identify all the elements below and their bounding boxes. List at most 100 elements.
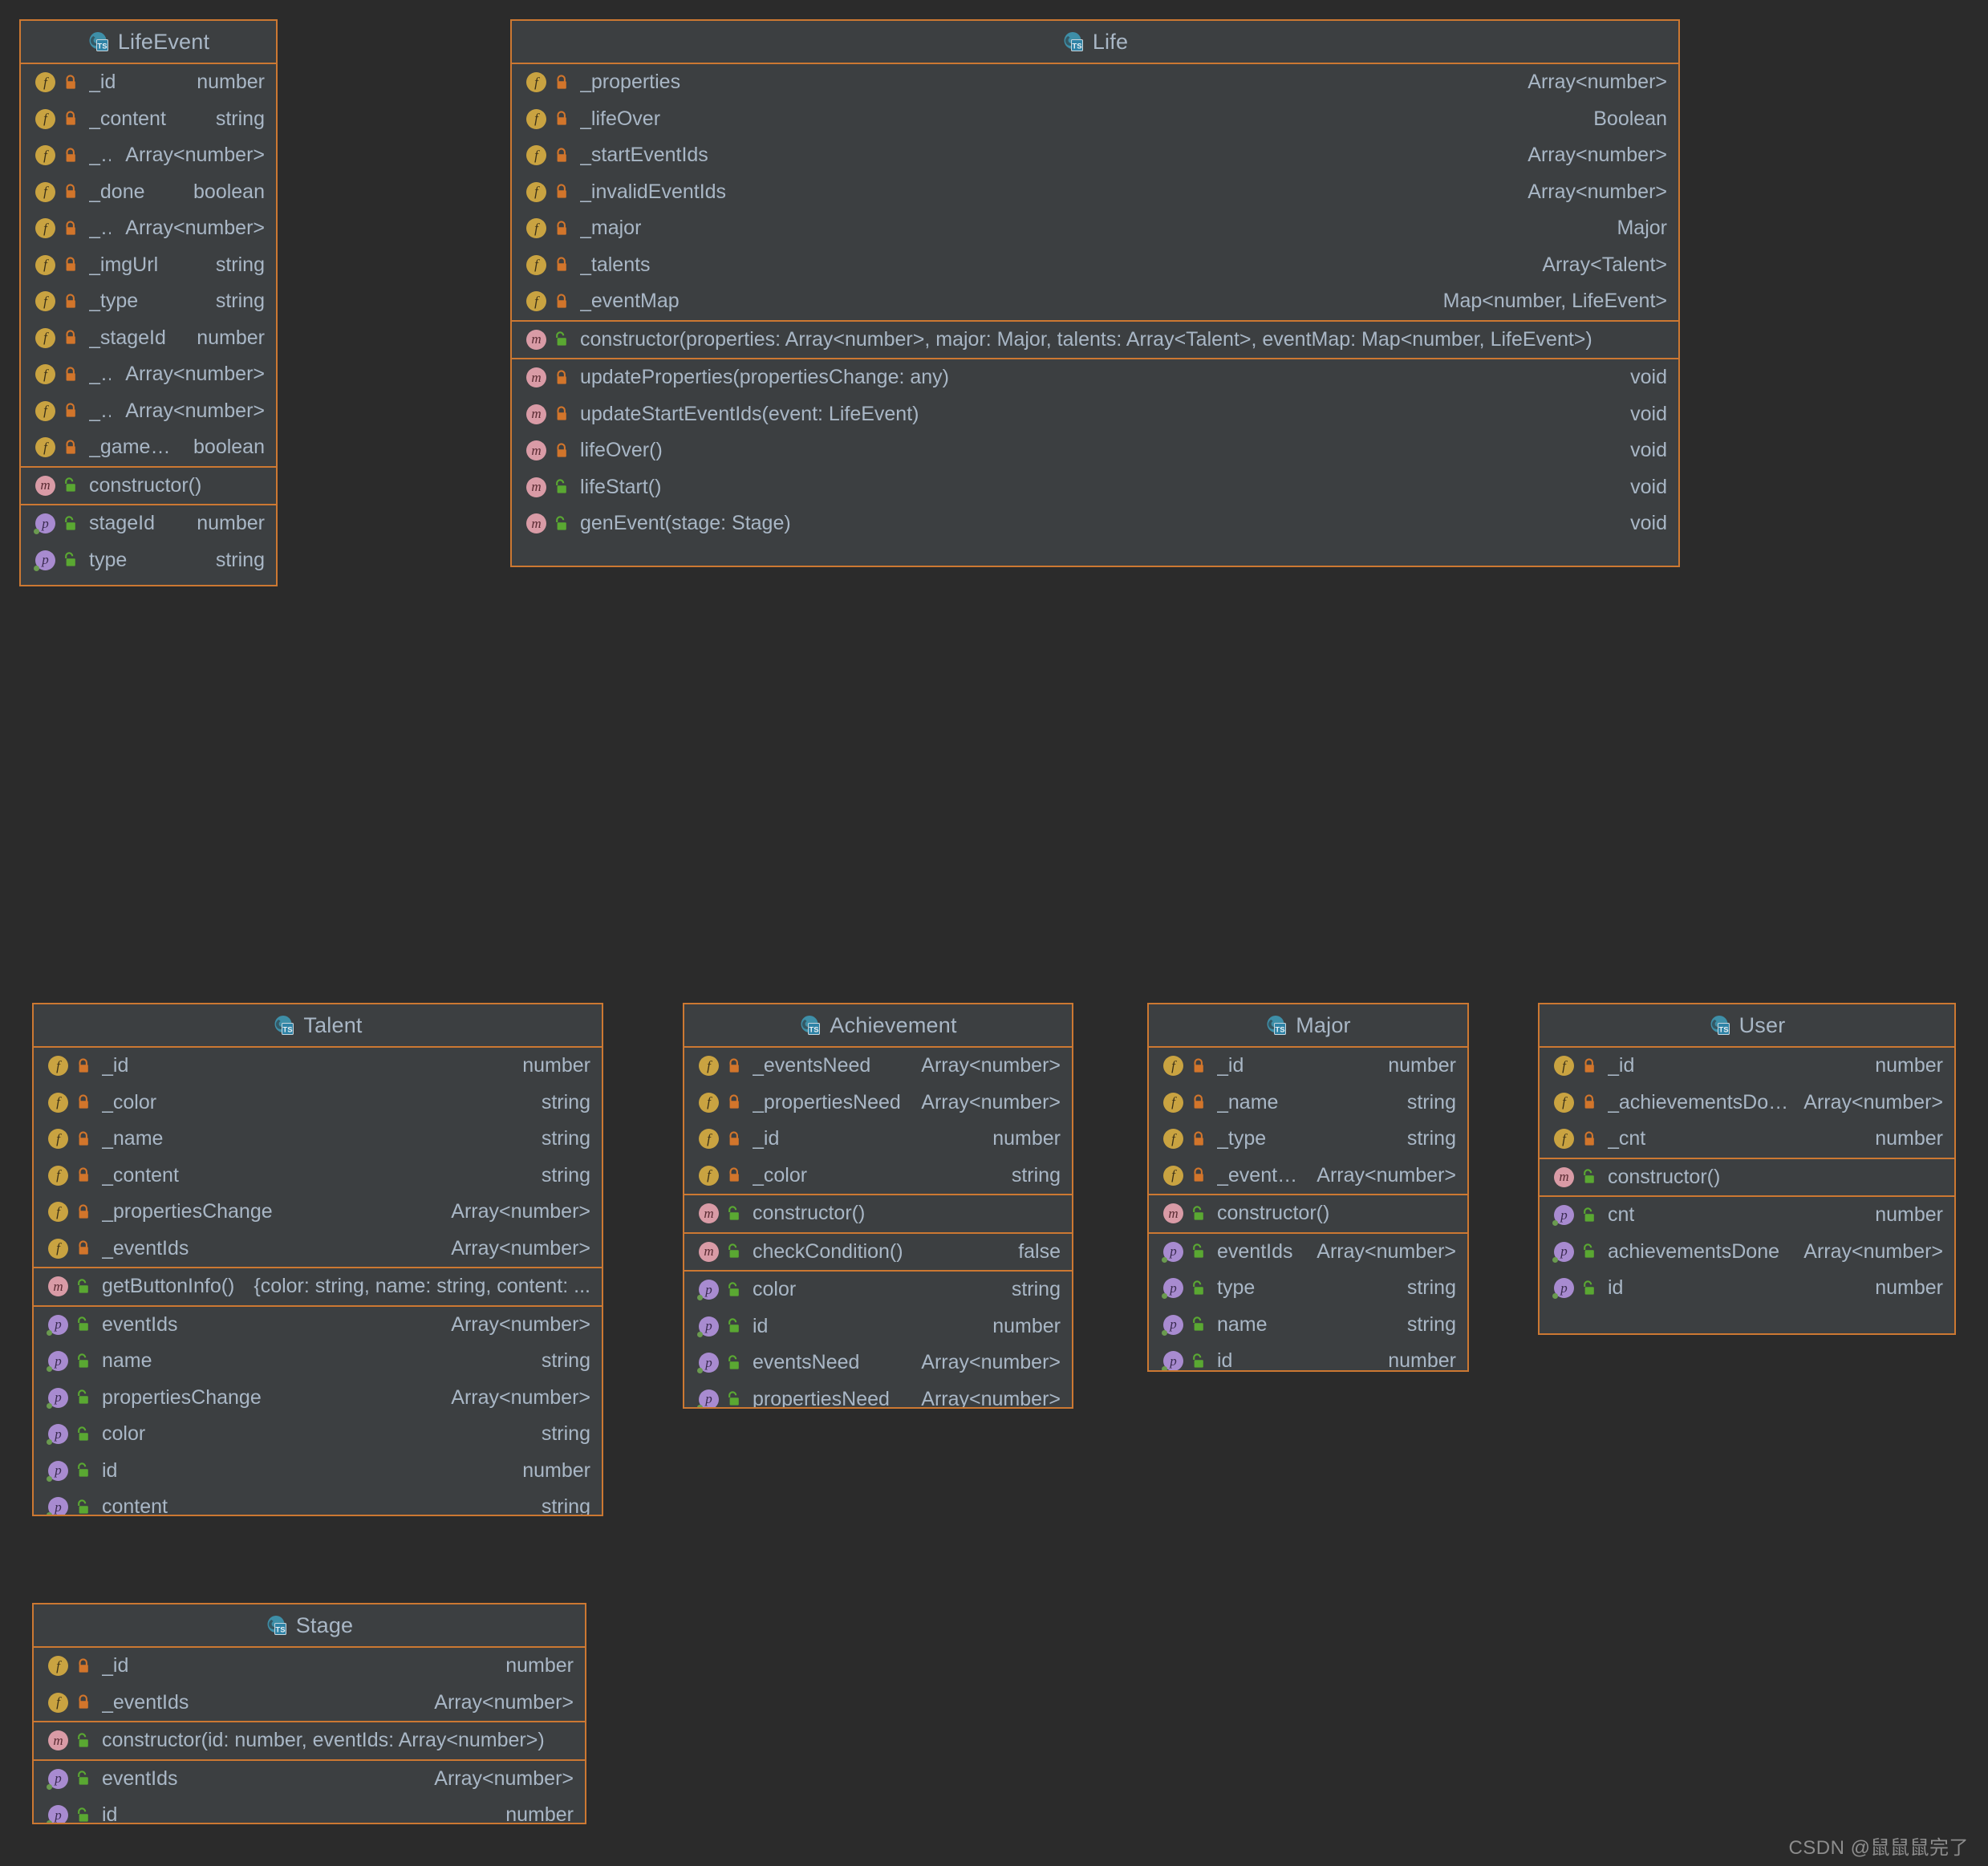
member-row-field[interactable]: f _achievementsDone Array<number> [1540, 1085, 1954, 1122]
member-type: number [197, 512, 265, 535]
member-row-property[interactable]: p id number [34, 1797, 585, 1823]
member-row-property[interactable]: p name string [1149, 1307, 1467, 1344]
lock-closed-icon [554, 369, 570, 387]
member-type: string [1406, 1127, 1456, 1150]
uml-class-talent[interactable]: TS Talent f _id number f _color string f _name str… [32, 1003, 603, 1516]
member-name: _name [1217, 1090, 1279, 1114]
member-type: Boolean [1593, 107, 1667, 130]
member-row-method[interactable]: m constructor(properties: Array<number>, … [512, 322, 1678, 359]
member-row-property[interactable]: p propertiesNeed Array<number> [684, 1381, 1072, 1407]
member-row-property[interactable]: p stageId number [21, 505, 276, 542]
member-row-method[interactable]: m lifeStart() void [512, 469, 1678, 506]
member-row-method[interactable]: m checkCondition() false [684, 1234, 1072, 1271]
member-row-field[interactable]: f _id number [1149, 1048, 1467, 1085]
member-row-property[interactable]: p type string [1149, 1270, 1467, 1307]
member-row-field[interactable]: f _type string [1149, 1121, 1467, 1158]
class-section: p eventIds Array<number> p type string p name st… [1149, 1234, 1467, 1370]
uml-class-achievement[interactable]: TS Achievement f _eventsNeed Array<number> f _… [683, 1003, 1073, 1409]
class-header-user[interactable]: TS User [1540, 1004, 1954, 1048]
member-row-field[interactable]: f _id number [34, 1048, 602, 1085]
member-row-field[interactable]: f _eventIds Array<number> [1149, 1158, 1467, 1195]
field-icon: f [526, 254, 546, 275]
member-row-method[interactable]: m updateProperties(propertiesChange: any)… [512, 359, 1678, 396]
member-name: _id [89, 71, 116, 94]
member-row-method[interactable]: m getButtonInfo() {color: string, name: st… [34, 1268, 602, 1305]
class-header-achievement[interactable]: TS Achievement [684, 1004, 1072, 1048]
member-row-field[interactable]: f _eventIds Array<number> [34, 1685, 585, 1722]
member-row-field[interactable]: f _stageId number [21, 320, 276, 357]
member-row-property[interactable]: p cnt number [1540, 1197, 1954, 1234]
member-row-field[interactable]: f _color string [684, 1158, 1072, 1195]
member-row-method[interactable]: m updateStartEventIds(event: LifeEvent) vo… [512, 396, 1678, 433]
member-row-field[interactable]: f _properties Array<number> [512, 64, 1678, 101]
uml-class-lifeevent[interactable]: TSLifeEventf_idnumberf_contentstringf_ac… [19, 19, 278, 586]
member-row-field[interactable]: f _content string [34, 1158, 602, 1195]
member-row-property[interactable]: p name string [34, 1343, 602, 1380]
member-row-method[interactable]: m genEvent(stage: Stage) void [512, 505, 1678, 542]
member-row-property[interactable]: p id number [1149, 1343, 1467, 1370]
member-row-method[interactable]: m constructor() [1149, 1195, 1467, 1232]
field-icon: f [526, 218, 546, 239]
member-row-field[interactable]: f _gameOver boolean [21, 429, 276, 466]
member-row-field[interactable]: f _color string [34, 1085, 602, 1122]
member-row-field[interactable]: f _propertiesChange Array<number> [34, 1194, 602, 1231]
member-row-property[interactable]: p eventsNeed Array<number> [684, 1345, 1072, 1381]
class-header-life[interactable]: TS Life [512, 21, 1678, 64]
member-row-field[interactable]: f _id number [34, 1648, 585, 1685]
member-row-field[interactable]: f _type string [21, 283, 276, 320]
member-row-property[interactable]: p content string [34, 1489, 602, 1515]
member-row-method[interactable]: m constructor() [1540, 1159, 1954, 1196]
member-row-field[interactable]: f _id number [21, 64, 276, 101]
member-row-field[interactable]: f _invalidEventIds Array<number> [512, 174, 1678, 211]
member-name: _id [753, 1127, 780, 1150]
member-row-field[interactable]: f _imgUrl string [21, 247, 276, 284]
class-header-talent[interactable]: TS Talent [34, 1004, 602, 1048]
member-row-field[interactable]: f _startEventIds Array<number> [512, 137, 1678, 174]
member-row-field[interactable]: f _lifeOver Boolean [512, 101, 1678, 138]
member-row-property[interactable]: p propertiesChange Array<number> [34, 1380, 602, 1417]
member-row-field[interactable]: f _id number [684, 1121, 1072, 1158]
member-row-field[interactable]: f _cnt number [1540, 1121, 1954, 1158]
member-row-method[interactable]: m constructor(id: number, eventIds: Array… [34, 1722, 585, 1759]
member-row-field[interactable]: f _eventIds Array<number> [34, 1231, 602, 1268]
member-row-field[interactable]: f _noHappenList Array<number> [21, 356, 276, 393]
uml-class-user[interactable]: TS User f _id number f _achievementsDone Array<… [1538, 1003, 1956, 1335]
member-row-field[interactable]: f _content string [21, 101, 276, 138]
member-row-field[interactable]: f _major Major [512, 210, 1678, 247]
member-row-field[interactable]: f _eventMap Map<number, LifeEvent> [512, 283, 1678, 320]
member-type: number [992, 1314, 1061, 1337]
lock-open-icon [726, 1205, 742, 1223]
member-row-property[interactable]: p eventIds Array<number> [1149, 1234, 1467, 1271]
member-row-method[interactable]: m constructor() [684, 1195, 1072, 1232]
member-row-property[interactable]: p eventIds Array<number> [34, 1307, 602, 1344]
class-header-lifeevent[interactable]: TS LifeEvent [21, 21, 276, 64]
member-row-property[interactable]: p id number [684, 1308, 1072, 1345]
member-row-field[interactable]: f _achievementIdList Array<number> [21, 137, 276, 174]
class-header-major[interactable]: TS Major [1149, 1004, 1467, 1048]
member-row-field[interactable]: f _name string [1149, 1085, 1467, 1122]
member-row-field[interactable]: f _eventsNeed Array<number> [684, 1048, 1072, 1085]
member-row-method[interactable]: m lifeOver() void [512, 432, 1678, 469]
property-icon: p [1162, 1351, 1183, 1370]
member-row-field[interactable]: f _talents Array<Talent> [512, 247, 1678, 284]
member-row-property[interactable]: p id number [1540, 1270, 1954, 1307]
member-row-property[interactable]: p id number [34, 1453, 602, 1490]
member-row-field[interactable]: f _propertyChange Array<number> [21, 210, 276, 247]
member-row-property[interactable]: phappenListArray<number> [21, 578, 276, 585]
member-row-field[interactable]: f _id number [1540, 1048, 1954, 1085]
member-row-property[interactable]: p eventIds Array<number> [34, 1761, 585, 1798]
member-row-field[interactable]: f _happenList Array<number> [21, 393, 276, 430]
member-row-field[interactable]: f _name string [34, 1121, 602, 1158]
member-row-property[interactable]: p color string [684, 1272, 1072, 1308]
class-header-stage[interactable]: TS Stage [34, 1604, 585, 1648]
uml-class-life[interactable]: TS Life f _properties Array<number> f _lifeOve… [510, 19, 1680, 567]
member-row-field[interactable]: f _done boolean [21, 174, 276, 211]
uml-class-stage[interactable]: TS Stage f _id number f _eventIds Array<number>… [32, 1603, 586, 1824]
member-row-property[interactable]: p color string [34, 1416, 602, 1453]
member-row-property[interactable]: p achievementsDone Array<number> [1540, 1234, 1954, 1271]
member-row-method[interactable]: m constructor() [21, 468, 276, 505]
member-type: void [1630, 402, 1667, 425]
uml-class-major[interactable]: TS Major f _id number f _name string f _type strin… [1147, 1003, 1469, 1372]
member-row-field[interactable]: f _propertiesNeed Array<number> [684, 1085, 1072, 1122]
member-row-property[interactable]: p type string [21, 542, 276, 579]
